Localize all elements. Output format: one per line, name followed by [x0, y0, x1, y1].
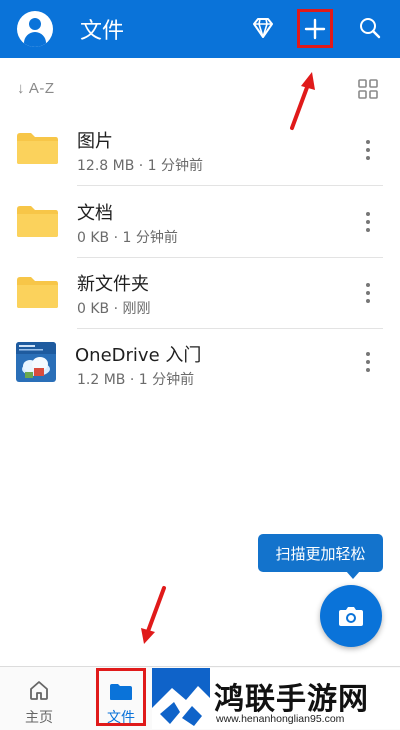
camera-icon: [339, 607, 363, 626]
search-icon: [360, 18, 381, 39]
watermark-url: www.henanhonglian95.com: [216, 713, 345, 725]
sort-button[interactable]: ↓ A-Z: [17, 80, 55, 97]
premium-diamond-icon[interactable]: [249, 14, 277, 42]
account-avatar[interactable]: [17, 11, 53, 47]
file-meta: 12.8 MB · 1 分钟前: [77, 158, 204, 174]
file-name: 新文件夹: [77, 274, 149, 295]
file-name: 图片: [77, 131, 113, 152]
tooltip-tail: [346, 571, 360, 579]
site-watermark: 鸿联手游网 www.henanhonglian95.com: [152, 668, 400, 729]
annotation-arrow-bottom: [141, 586, 166, 644]
file-list-item-documents[interactable]: 文档 0 KB · 1 分钟前: [0, 186, 400, 258]
file-meta: 1.2 MB · 1 分钟前: [77, 372, 195, 388]
document-thumbnail-icon: [16, 342, 56, 382]
watermark-title: 鸿联手游网: [214, 682, 369, 717]
folder-icon: [17, 277, 58, 308]
watermark-logo: [152, 668, 210, 729]
avatar-head-shape: [29, 18, 41, 30]
nav-home[interactable]: 主页: [4, 667, 74, 730]
file-list-item-pictures[interactable]: 图片 12.8 MB · 1 分钟前: [0, 113, 400, 185]
plus-icon: [304, 18, 326, 39]
top-app-bar: 文件: [0, 0, 400, 58]
file-name: OneDrive 入门: [75, 345, 202, 366]
file-name: 文档: [77, 203, 113, 224]
more-options-icon[interactable]: [361, 350, 375, 374]
scan-tooltip: 扫描更加轻松: [258, 534, 383, 579]
nav-files-label: 文件: [107, 710, 135, 726]
more-options-icon[interactable]: [361, 138, 375, 162]
file-list-item-onedrive-getting-started[interactable]: OneDrive 入门 1.2 MB · 1 分钟前: [0, 329, 400, 401]
folder-icon: [17, 206, 58, 237]
nav-files[interactable]: 文件: [96, 668, 146, 726]
folder-icon: [110, 684, 132, 700]
nav-home-label: 主页: [25, 710, 53, 726]
more-options-icon[interactable]: [361, 281, 375, 305]
tooltip-text: 扫描更加轻松: [275, 544, 366, 563]
add-button[interactable]: [297, 9, 333, 48]
scan-camera-button[interactable]: [320, 585, 382, 647]
grid-view-icon[interactable]: [357, 78, 379, 100]
more-options-icon[interactable]: [361, 210, 375, 234]
avatar-body-shape: [24, 32, 46, 47]
file-list-item-new-folder[interactable]: 新文件夹 0 KB · 刚刚: [0, 258, 400, 330]
page-title: 文件: [80, 19, 125, 44]
file-meta: 0 KB · 1 分钟前: [77, 230, 178, 246]
search-button[interactable]: [356, 14, 384, 42]
sort-row: ↓ A-Z: [0, 60, 400, 116]
home-icon: [30, 681, 48, 700]
file-meta: 0 KB · 刚刚: [77, 301, 151, 317]
folder-icon: [17, 133, 58, 164]
